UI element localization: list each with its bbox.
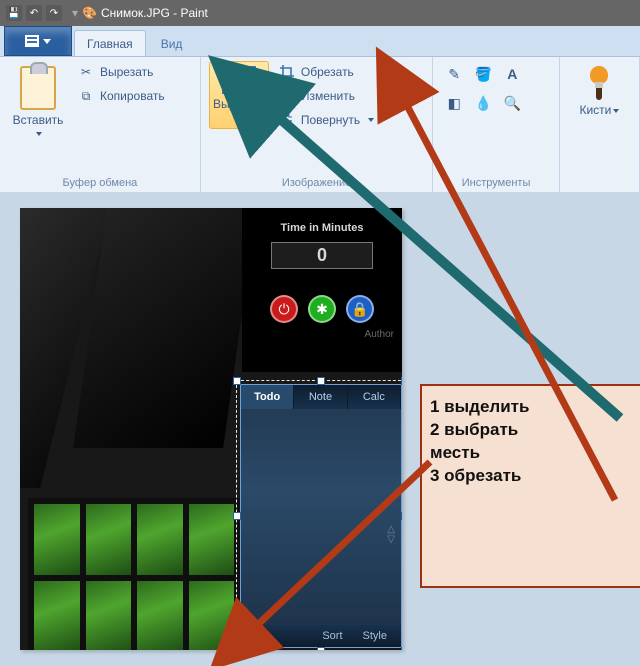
title-filename: Снимок.JPG — [101, 6, 170, 20]
undo-icon[interactable]: ↶ — [26, 5, 42, 21]
timer-title: Time in Minutes — [242, 222, 402, 234]
timer-value: 0 — [271, 242, 373, 269]
select-label: Выдели — [213, 97, 257, 111]
fill-tool[interactable]: 🪣 — [470, 61, 496, 87]
copy-icon: ⧉ — [78, 88, 94, 104]
lock-icon: 🔒 — [346, 295, 374, 323]
group-label: Инструменты — [441, 173, 551, 191]
magnifier-tool[interactable]: 🔍 — [499, 90, 525, 116]
brushes-button[interactable]: Кисти — [569, 61, 629, 122]
selection-rectangle-icon — [222, 66, 256, 94]
annotation-line: 1 выделить — [430, 396, 634, 419]
tools-grid: ✎ 🪣 A ◧ 💧 🔍 — [441, 61, 525, 116]
cut-label: Вырезать — [100, 65, 153, 79]
asterisk-icon: ✱ — [308, 295, 336, 323]
group-label: Изображение — [209, 173, 424, 191]
rotate-label: Повернуть — [301, 113, 360, 127]
group-label — [568, 173, 631, 191]
pencil-tool[interactable]: ✎ — [441, 61, 467, 87]
rotate-icon — [279, 112, 295, 128]
group-image: Выдели Обрезать Изменить — [201, 57, 433, 193]
tab-home[interactable]: Главная — [74, 30, 146, 56]
annotation-box: 1 выделить 2 выбрать месть 3 обрезать — [420, 384, 640, 588]
paste-label: Вставить — [13, 113, 64, 127]
brush-icon — [586, 66, 612, 100]
notes-tab-todo: Todo — [241, 385, 294, 409]
crop-label: Обрезать — [301, 65, 354, 79]
copy-label: Копировать — [100, 89, 165, 103]
group-brushes: Кисти — [560, 57, 640, 193]
copy-button[interactable]: ⧉ Копировать — [76, 87, 167, 105]
chevron-down-icon — [368, 118, 374, 122]
paste-button[interactable]: Вставить — [8, 61, 68, 145]
paint-app-icon: 🎨 — [82, 6, 97, 20]
tab-view[interactable]: Вид — [148, 30, 196, 56]
save-icon[interactable]: 💾 — [6, 5, 22, 21]
group-label: Буфер обмена — [8, 173, 192, 191]
chevron-down-icon — [613, 109, 619, 113]
resize-label: Изменить — [301, 89, 355, 103]
redo-icon[interactable]: ↷ — [46, 5, 62, 21]
scissors-icon: ✂ — [78, 64, 94, 80]
file-menu-icon — [25, 35, 39, 47]
annotation-line: месть — [430, 442, 634, 465]
crop-icon — [279, 64, 295, 80]
chevron-down-icon — [43, 39, 51, 44]
power-icon: ⏻ — [270, 295, 298, 323]
eraser-tool[interactable]: ◧ — [441, 90, 467, 116]
notes-tab-calc: Calc — [348, 385, 401, 409]
scroll-arrows-icon: △▽ — [387, 525, 395, 545]
cut-button[interactable]: ✂ Вырезать — [76, 63, 167, 81]
timer-author: Author — [242, 323, 402, 340]
group-tools: ✎ 🪣 A ◧ 💧 🔍 Инструменты — [433, 57, 560, 193]
resize-button[interactable]: Изменить — [277, 87, 376, 105]
title-appname: Paint — [181, 6, 208, 20]
annotation-line: 2 выбрать — [430, 419, 634, 442]
notes-tab-note: Note — [294, 385, 347, 409]
ribbon-tabstrip: Главная Вид — [0, 26, 640, 57]
color-picker-tool[interactable]: 💧 — [470, 90, 496, 116]
photo-window — [28, 498, 240, 650]
crop-button[interactable]: Обрезать — [277, 63, 376, 81]
brushes-label: Кисти — [579, 103, 611, 117]
file-menu-button[interactable] — [4, 26, 72, 56]
resize-icon — [279, 88, 295, 104]
canvas[interactable]: Time in Minutes 0 ⏻ ✱ 🔒 Author Todo Note… — [20, 208, 402, 650]
gadget-notes: Todo Note Calc △▽ Sort Style — [240, 384, 402, 648]
title-dash: - — [170, 6, 181, 20]
gadget-timer: Time in Minutes 0 ⏻ ✱ 🔒 Author — [242, 208, 402, 372]
notes-footer-sort: Sort — [322, 630, 342, 642]
rotate-button[interactable]: Повернуть — [277, 111, 376, 129]
annotation-line: 3 обрезать — [430, 465, 634, 488]
title-bar: 💾 ↶ ↷ ▾ 🎨 Снимок.JPG - Paint — [0, 0, 640, 26]
ribbon: Вставить ✂ Вырезать ⧉ Копировать Буфер о… — [0, 57, 640, 194]
chevron-down-icon — [259, 103, 265, 107]
select-button[interactable]: Выдели — [209, 61, 269, 129]
chevron-down-icon — [36, 132, 42, 136]
separator: ▾ — [72, 6, 78, 20]
notes-footer-style: Style — [363, 630, 387, 642]
text-tool[interactable]: A — [499, 61, 525, 87]
group-clipboard: Вставить ✂ Вырезать ⧉ Копировать Буфер о… — [0, 57, 201, 193]
clipboard-icon — [20, 66, 56, 110]
quick-access-toolbar: 💾 ↶ ↷ — [6, 5, 62, 21]
